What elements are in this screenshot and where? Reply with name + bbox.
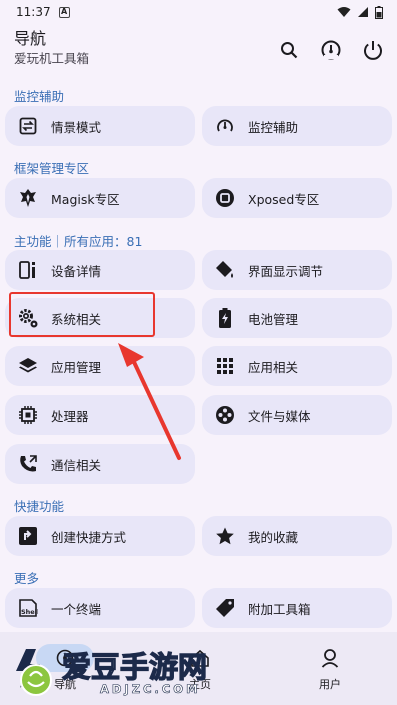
home-icon [191,649,209,667]
nav-navigation-label: 导航 [54,678,76,691]
user-icon [321,649,339,668]
compass-icon [56,649,74,667]
bottom-navigation: 导航 主页 用户 [0,632,397,705]
nav-tab-navigation[interactable]: 导航 [15,632,115,705]
nav-tab-home[interactable]: 主页 [150,632,250,705]
nav-tab-user[interactable]: 用户 [280,632,380,705]
annotation-arrow [118,343,181,460]
nav-home-label: 主页 [189,678,211,691]
user-icon-wrap [301,644,359,672]
home-icon-wrap [171,644,229,672]
nav-user-label: 用户 [319,678,341,691]
nav-active-pill [36,644,94,672]
